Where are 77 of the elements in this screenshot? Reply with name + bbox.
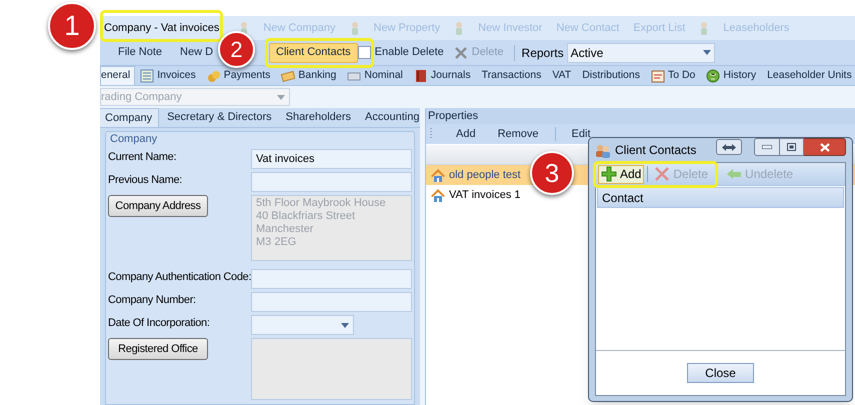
resize-button[interactable] xyxy=(716,139,742,155)
tab[interactable]: Distributions xyxy=(582,66,640,85)
panel-title: Properties xyxy=(428,108,478,124)
tab[interactable]: VAT xyxy=(552,66,572,85)
toolbar-button[interactable]: Remove xyxy=(488,126,549,142)
checkbox-label: Enable Delete xyxy=(374,45,444,60)
toolbar-button[interactable]: Add xyxy=(598,164,644,184)
house-icon xyxy=(430,188,446,202)
tab[interactable]: Company xyxy=(100,108,160,127)
person-icon xyxy=(699,21,710,35)
input-field[interactable] xyxy=(251,269,412,289)
coins-icon xyxy=(206,68,221,82)
address-line: M3 2EG xyxy=(256,236,298,249)
tab[interactable]: Shareholders xyxy=(280,108,358,127)
tab[interactable]: Nominal xyxy=(347,66,403,85)
tab[interactable]: Invoices xyxy=(140,66,196,85)
close-icon xyxy=(454,46,468,60)
toolbar-button[interactable]: New D xyxy=(174,42,220,62)
dropdown-arrow-icon xyxy=(341,322,349,328)
tab[interactable]: History xyxy=(706,66,756,85)
field-label: Company Authentication Code: xyxy=(108,271,252,283)
person-icon xyxy=(454,21,464,35)
clipboard-icon xyxy=(650,68,665,82)
ledger-icon xyxy=(140,68,154,82)
address-line: 40 Blackfriars Street xyxy=(256,210,356,223)
input-field[interactable] xyxy=(251,172,412,192)
field-label: Date Of Incorporation: xyxy=(108,317,210,329)
tab[interactable]: Accounting xyxy=(359,108,426,127)
maximize-icon xyxy=(787,143,796,151)
checkbox[interactable] xyxy=(358,46,371,59)
address-button[interactable]: Registered Office xyxy=(108,338,208,360)
field-label: Current Name: xyxy=(108,151,176,163)
dropdown-arrow-icon xyxy=(277,94,285,100)
book-icon xyxy=(414,68,428,82)
close-icon xyxy=(654,166,670,182)
address-field[interactable] xyxy=(251,338,412,400)
person-icon xyxy=(350,21,360,35)
address-button[interactable]: Company Address xyxy=(108,195,208,217)
field-label: Previous Name: xyxy=(108,174,182,186)
tab[interactable]: Transactions xyxy=(482,66,542,85)
tab[interactable]: To Do xyxy=(650,66,696,85)
toolbar-button[interactable]: File Note xyxy=(112,42,168,62)
window-title: Company - Vat invoices xyxy=(104,22,220,34)
minimize-icon xyxy=(762,145,772,149)
address-line: 5th Floor Maybrook House xyxy=(256,197,387,210)
group-title: Company xyxy=(109,133,158,146)
dropdown-arrow-icon xyxy=(702,50,711,55)
toolbar-button[interactable]: Add xyxy=(446,126,486,142)
close-icon xyxy=(820,142,830,152)
minimize-button[interactable] xyxy=(754,138,780,156)
input-field[interactable]: Vat invoices xyxy=(251,149,412,169)
input-field[interactable] xyxy=(251,292,412,312)
tab[interactable]: Journals xyxy=(414,66,471,85)
house-icon xyxy=(430,168,446,182)
dialog-title: Client Contacts xyxy=(615,142,696,159)
tab[interactable]: Leaseholder Units xyxy=(767,66,852,85)
maximize-button[interactable] xyxy=(780,138,804,156)
card-icon xyxy=(281,68,296,82)
field-label: Reports xyxy=(520,44,565,62)
people-icon xyxy=(595,142,611,158)
globe-icon xyxy=(706,68,720,82)
tab[interactable]: Secretary & Directors xyxy=(161,108,278,127)
column-header: Contact xyxy=(597,187,844,208)
close-button[interactable] xyxy=(804,138,846,156)
close-button[interactable]: Close xyxy=(687,363,754,383)
toolbar-button[interactable]: Client Contacts xyxy=(269,42,358,62)
tab[interactable]: eneral xyxy=(100,66,136,85)
tab[interactable]: Banking xyxy=(281,66,336,85)
date-field[interactable] xyxy=(251,315,354,335)
toolbar-button[interactable]: Edit xyxy=(562,126,601,142)
address-line: Manchester xyxy=(256,223,314,236)
report-select[interactable]: Active xyxy=(566,42,715,62)
callout-number: 1 xyxy=(48,2,96,50)
undo-arrow-icon xyxy=(726,166,742,182)
plus-icon xyxy=(601,166,617,182)
field-label: Company Number: xyxy=(108,294,196,306)
double-arrow-icon xyxy=(722,144,736,150)
